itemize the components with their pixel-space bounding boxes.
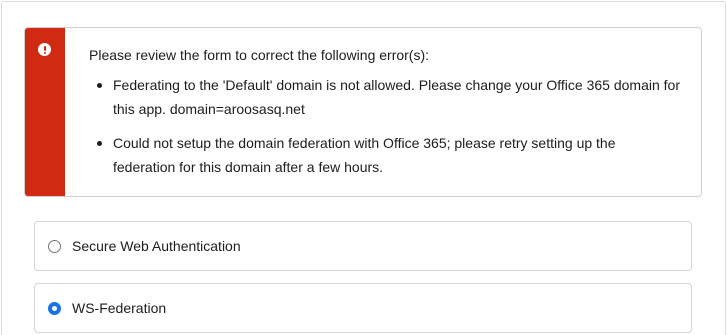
error-accent-strip bbox=[25, 28, 65, 196]
auth-option-secure-web-authentication[interactable]: Secure Web Authentication bbox=[34, 221, 692, 271]
auth-option-label: WS-Federation bbox=[72, 300, 167, 316]
error-heading: Please review the form to correct the fo… bbox=[89, 47, 430, 63]
exclamation-circle-icon bbox=[38, 43, 51, 56]
bullet-icon bbox=[97, 141, 102, 146]
error-list: Federating to the 'Default' domain is no… bbox=[89, 73, 681, 179]
error-item: Could not setup the domain federation wi… bbox=[89, 131, 681, 179]
error-alert: Please review the form to correct the fo… bbox=[24, 27, 702, 197]
radio-button-ws-federation[interactable] bbox=[48, 301, 61, 315]
error-item: Federating to the 'Default' domain is no… bbox=[89, 73, 681, 121]
bullet-icon bbox=[97, 83, 102, 88]
auth-option-label: Secure Web Authentication bbox=[72, 238, 241, 254]
error-item-text: Could not setup the domain federation wi… bbox=[113, 135, 616, 175]
auth-option-ws-federation[interactable]: WS-Federation bbox=[34, 283, 692, 333]
error-content: Please review the form to correct the fo… bbox=[89, 43, 681, 189]
radio-button-secure-web-authentication[interactable] bbox=[48, 239, 61, 253]
page: Please review the form to correct the fo… bbox=[0, 0, 727, 335]
error-item-text: Federating to the 'Default' domain is no… bbox=[113, 77, 680, 117]
